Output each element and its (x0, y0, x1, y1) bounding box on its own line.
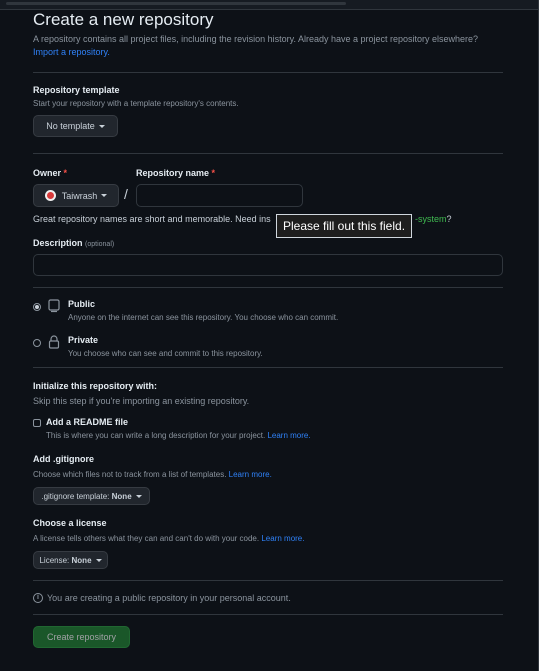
chevron-down-icon (101, 194, 108, 197)
template-label: Repository template (33, 85, 120, 95)
create-repository-button[interactable]: Create repository (33, 626, 130, 648)
owner-label: Owner * (33, 168, 67, 178)
chevron-down-icon (98, 124, 105, 128)
template-button-label: No template (46, 121, 95, 131)
gitignore-dropdown-button[interactable]: .gitignore template: None (33, 487, 150, 505)
license-learn-more-link[interactable]: Learn more. (261, 534, 304, 543)
required-marker: * (63, 168, 68, 178)
license-button-value: None (71, 555, 92, 565)
license-dropdown-button[interactable]: License: None (33, 551, 108, 569)
license-description: A license tells others what they can and… (33, 534, 304, 543)
public-description: Anyone on the internet can see this repo… (68, 313, 339, 322)
gitignore-button-value: None (111, 491, 132, 501)
initialize-heading: Initialize this repository with: (33, 381, 158, 391)
readme-description-text: This is where you can write a long descr… (46, 431, 266, 440)
gitignore-learn-more-link[interactable]: Learn more. (229, 470, 272, 479)
required-marker: * (211, 168, 216, 178)
readme-checkbox[interactable] (33, 419, 41, 427)
license-button-prefix: License: (39, 555, 70, 565)
public-label[interactable]: Public (68, 299, 95, 309)
page-subtitle: A repository contains all project files,… (33, 34, 479, 44)
private-description: You choose who can see and commit to thi… (68, 349, 263, 358)
readme-label[interactable]: Add a README file (46, 417, 128, 427)
repository-name-input[interactable] (136, 184, 303, 207)
lock-icon (48, 335, 60, 351)
readme-learn-more-link[interactable]: Learn more. (267, 431, 310, 440)
name-suggestion: -system? (415, 214, 452, 224)
avatar (44, 190, 56, 201)
template-description: Start your repository with a template re… (33, 99, 239, 108)
repo-name-label-text: Repository name (136, 168, 210, 178)
description-label: Description (optional) (33, 238, 114, 248)
suggested-name[interactable]: -system (415, 214, 447, 224)
divider (33, 153, 503, 154)
page-title: Create a new repository (33, 10, 214, 29)
name-hint: Great repository names are short and mem… (33, 214, 271, 224)
gitignore-button-prefix: .gitignore template: (41, 491, 110, 501)
hint-suffix: ? (446, 214, 452, 224)
optional-tag: (optional) (85, 241, 115, 248)
description-input[interactable] (33, 254, 503, 276)
private-label[interactable]: Private (68, 335, 98, 345)
divider (33, 367, 503, 368)
gitignore-description: Choose which files not to track from a l… (33, 470, 272, 479)
chevron-down-icon (135, 494, 142, 498)
gitignore-label: Add .gitignore (33, 454, 94, 464)
repo-name-label: Repository name * (136, 168, 215, 178)
owner-label-text: Owner (33, 168, 62, 178)
divider (33, 580, 503, 581)
import-repository-link[interactable]: Import a repository. (33, 47, 110, 57)
initialize-description: Skip this step if you're importing an ex… (33, 396, 250, 406)
owner-repo-separator: / (124, 186, 128, 202)
description-label-text: Description (33, 238, 83, 248)
readme-description: This is where you can write a long descr… (46, 431, 311, 440)
owner-dropdown-button[interactable]: Taiwrash (33, 184, 119, 207)
divider (33, 287, 503, 288)
divider (33, 614, 503, 615)
horizontal-scrollbar[interactable] (6, 2, 346, 5)
visibility-notice: You are creating a public repository in … (47, 593, 291, 603)
template-dropdown-button[interactable]: No template (33, 115, 118, 137)
browser-top-bar (0, 0, 539, 10)
public-radio[interactable] (33, 303, 41, 311)
divider (33, 72, 503, 73)
license-label: Choose a license (33, 518, 107, 528)
info-icon: i (33, 593, 43, 603)
gitignore-description-text: Choose which files not to track from a l… (33, 470, 227, 479)
repo-icon (48, 299, 60, 315)
private-radio[interactable] (33, 339, 41, 347)
chevron-down-icon (95, 558, 102, 562)
validation-tooltip: Please fill out this field. (276, 214, 412, 238)
owner-value: Taiwrash (61, 190, 98, 201)
license-description-text: A license tells others what they can and… (33, 534, 260, 543)
